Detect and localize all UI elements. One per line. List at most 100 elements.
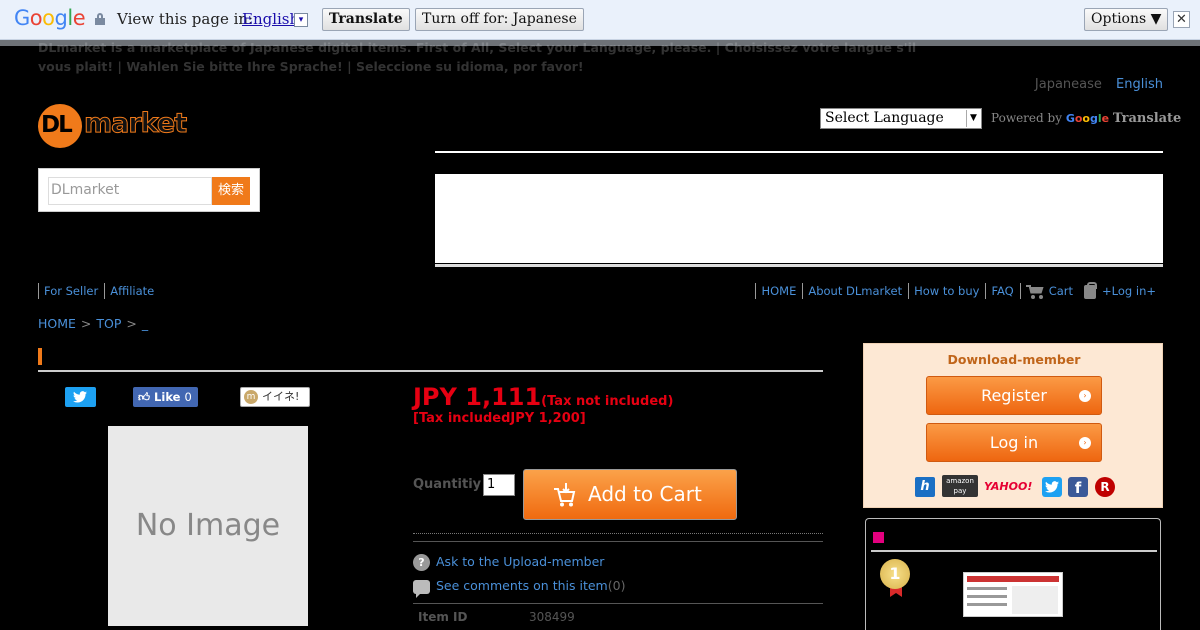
comment-bubble-icon xyxy=(413,579,430,598)
search-input[interactable]: DLmarket xyxy=(48,177,212,205)
medal-icon: 1 xyxy=(880,559,910,599)
breadcrumb-current[interactable]: _ xyxy=(142,316,148,331)
chevron-right-icon: › xyxy=(1079,437,1091,449)
banner-top-rule xyxy=(435,151,1163,153)
facebook-like-button[interactable]: 👍︎ Like 0 xyxy=(133,387,198,407)
hatena-login-icon[interactable]: h xyxy=(915,477,935,497)
language-switch: Japanease English xyxy=(1025,77,1163,92)
select-language-value: Select Language xyxy=(825,110,944,126)
add-to-cart-label: Add to Cart xyxy=(588,482,702,506)
price-value: JPY 1,111 xyxy=(413,383,542,411)
register-label: Register xyxy=(981,386,1047,405)
twitter-icon xyxy=(73,391,87,403)
ranking-marker xyxy=(873,532,884,543)
login-label: Log in xyxy=(989,433,1039,452)
cart-icon xyxy=(554,483,576,507)
rakuten-login-icon[interactable]: R xyxy=(1095,477,1115,497)
breadcrumb-separator: > xyxy=(126,316,137,331)
chevron-down-icon: ▼ xyxy=(966,110,980,127)
comments-count: (0) xyxy=(607,578,626,593)
banner-bottom-rule xyxy=(435,264,1163,267)
translate-bar: Google View this page in: English ▾ Tran… xyxy=(0,0,1200,40)
select-language-dropdown[interactable]: Select Language ▼ xyxy=(820,108,982,129)
mixi-icon: m xyxy=(244,390,258,404)
thumbs-up-icon: 👍︎ xyxy=(138,390,151,404)
logo-dl-text: DL xyxy=(41,112,73,138)
breadcrumb-separator: > xyxy=(80,316,92,331)
search-box: DLmarket 検索 xyxy=(38,168,260,212)
title-rule xyxy=(38,370,823,372)
nav-about[interactable]: About DLmarket xyxy=(802,283,908,299)
quantity-label: Quantitiy xyxy=(413,477,482,492)
download-member-box: Download-member Register › Log in › h amaz… xyxy=(863,343,1163,508)
seller-nav: For Seller Affiliate xyxy=(38,283,160,299)
nav-cart[interactable]: Cart xyxy=(1019,283,1079,299)
translate-bar-shadow xyxy=(0,40,1200,46)
language-dropdown-icon[interactable]: ▾ xyxy=(294,13,308,27)
nav-for-seller[interactable]: For Seller xyxy=(38,283,104,299)
ask-uploader-label: Ask to the Upload-member xyxy=(436,554,605,569)
ask-uploader-link[interactable]: ? Ask to the Upload-member xyxy=(413,554,604,571)
nav-login[interactable]: +Log in+ xyxy=(1079,281,1162,299)
member-box-title: Download-member xyxy=(947,352,1081,367)
yahoo-japan-icon[interactable]: YAHOO! xyxy=(984,477,1036,497)
nav-how-to-buy[interactable]: How to buy xyxy=(908,283,985,299)
rank-number: 1 xyxy=(880,559,910,589)
like-label: Like xyxy=(154,390,181,404)
nav-affiliate[interactable]: Affiliate xyxy=(104,283,160,299)
nav-faq[interactable]: FAQ xyxy=(985,283,1019,299)
breadcrumb-home[interactable]: HOME xyxy=(38,316,76,331)
cart-icon xyxy=(1025,284,1046,299)
ranking-item-thumbnail[interactable] xyxy=(963,572,1063,617)
search-button[interactable]: 検索 xyxy=(212,177,250,205)
divider xyxy=(413,541,823,542)
price: JPY 1,111(Tax not included) xyxy=(413,383,673,411)
tax-note: (Tax not included) xyxy=(541,394,674,409)
nav-cart-label: Cart xyxy=(1048,284,1074,298)
question-icon: ? xyxy=(413,554,430,571)
register-button[interactable]: Register › xyxy=(926,376,1102,415)
google-logo: Google xyxy=(14,6,86,30)
logo-market-text: market xyxy=(83,108,187,140)
chevron-right-icon: › xyxy=(1079,390,1091,402)
item-id-label: Item ID xyxy=(418,610,468,624)
divider xyxy=(413,603,823,604)
google-mini-logo: Google xyxy=(1065,112,1110,125)
lock-icon xyxy=(95,13,105,25)
lang-japanese-link[interactable]: Japanease xyxy=(1035,77,1102,92)
target-language-link[interactable]: English xyxy=(242,10,299,28)
login-button[interactable]: Log in › xyxy=(926,423,1102,462)
like-count: 0 xyxy=(184,390,192,404)
nav-home[interactable]: HOME xyxy=(755,283,802,299)
translate-button[interactable]: Translate xyxy=(322,8,410,31)
tax-included-price: [Tax includedJPY 1,200] xyxy=(413,411,586,426)
comments-link[interactable]: See comments on this item(0) xyxy=(413,578,626,598)
facebook-login-icon[interactable]: f xyxy=(1068,477,1088,497)
ranking-box: 1 xyxy=(865,518,1161,630)
tweet-button[interactable] xyxy=(65,387,96,407)
turn-off-button[interactable]: Turn off for: Japanese xyxy=(415,8,584,31)
options-button[interactable]: Options ▼ xyxy=(1084,8,1169,31)
amazon-pay-icon[interactable]: amazon pay xyxy=(942,475,978,497)
breadcrumb: HOME > TOP > _ xyxy=(38,316,148,331)
close-icon[interactable]: ✕ xyxy=(1173,11,1190,28)
ad-banner[interactable] xyxy=(435,174,1163,263)
lang-english-link[interactable]: English xyxy=(1116,77,1163,92)
product-image: No Image xyxy=(108,426,308,626)
add-to-cart-button[interactable]: Add to Cart xyxy=(523,469,737,520)
nav-login-label: +Log in+ xyxy=(1102,284,1156,298)
title-accent xyxy=(38,348,42,365)
breadcrumb-top[interactable]: TOP xyxy=(96,316,121,331)
mixi-check-button[interactable]: m イイネ! xyxy=(240,387,310,407)
item-id-value: 308499 xyxy=(529,610,575,624)
twitter-login-icon[interactable] xyxy=(1042,477,1062,497)
comments-label: See comments on this item xyxy=(436,578,608,593)
divider xyxy=(413,533,823,534)
lock-icon xyxy=(1084,281,1098,299)
view-page-label: View this page in: xyxy=(117,10,254,28)
quantity-input[interactable]: 1 xyxy=(483,474,515,496)
ranking-rule xyxy=(871,550,1157,552)
iine-label: イイネ! xyxy=(262,390,300,403)
main-nav: HOME About DLmarket How to buy FAQ Cart +Log … xyxy=(755,281,1162,299)
powered-by-google: Powered by Google Translate xyxy=(991,111,1182,126)
